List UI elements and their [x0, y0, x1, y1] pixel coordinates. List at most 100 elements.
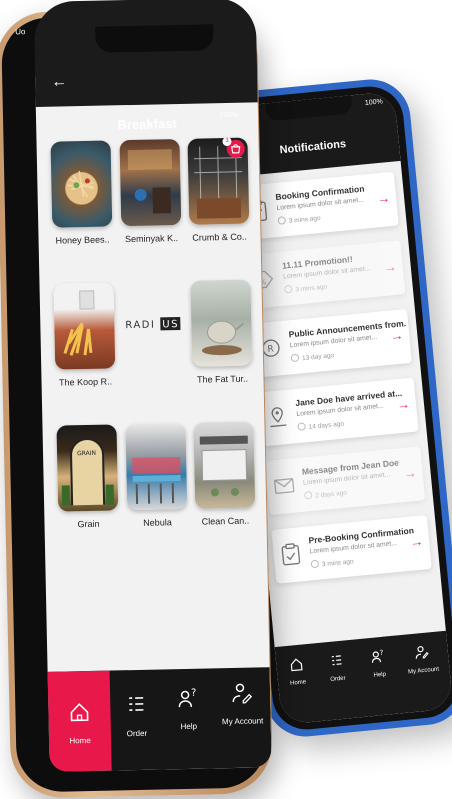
notification-item[interactable]: R Public Announcements from.. Lorem ipsu… — [251, 308, 412, 378]
home-icon — [70, 703, 89, 722]
help-icon: ? — [178, 688, 197, 708]
teapot-image — [201, 320, 244, 356]
restaurant-name: Clean Can.. — [201, 515, 250, 527]
notification-time: 14 days ago — [297, 419, 344, 432]
svg-text:?: ? — [379, 649, 384, 657]
svg-text:US: US — [162, 319, 179, 330]
status-battery: 100% — [364, 98, 384, 107]
nav-home[interactable]: Home — [47, 670, 112, 772]
notification-time: 3 mins ago — [310, 556, 354, 569]
restaurant-card[interactable]: RADI US — [120, 280, 186, 376]
clean-canteen-image — [199, 435, 248, 497]
help-icon: ? — [371, 649, 384, 663]
svg-text:RADI: RADI — [125, 320, 155, 332]
account-icon — [415, 646, 429, 659]
notification-item[interactable]: Pre-Booking Confirmation Lorem ipsum dol… — [271, 514, 432, 584]
radius-logo: RADI US — [125, 317, 181, 332]
nav-order[interactable]: Order — [316, 651, 359, 684]
restaurant-photo — [125, 422, 188, 511]
nav-label: Home — [289, 679, 307, 687]
nav-my-account[interactable]: My Account — [214, 667, 272, 768]
notification-item[interactable]: Message from Jean Doe Lorem ipsum dolor … — [264, 446, 426, 516]
restaurant-name — [122, 375, 186, 376]
bottom-nav: Home Order ? Help My Account — [47, 667, 272, 772]
breakfast-phone: Honey Bees.. Seminyak K.. Crumb & Co.. T… — [0, 0, 274, 799]
restaurant-card[interactable]: GRAIN Grain — [54, 424, 120, 529]
svg-text:?: ? — [191, 688, 197, 699]
restaurant-card[interactable]: The Fat Tur.. — [188, 279, 254, 385]
clock-icon — [303, 490, 313, 500]
breakfast-screen: Honey Bees.. Seminyak K.. Crumb & Co.. T… — [35, 67, 272, 772]
notification-time: 13 day ago — [290, 350, 334, 363]
arrow-right-icon[interactable]: → — [390, 327, 404, 343]
order-list-icon — [331, 655, 342, 666]
restaurant-card[interactable]: Seminyak K.. — [117, 138, 183, 245]
clock-icon — [310, 559, 320, 569]
restaurant-logo: RADI US — [122, 280, 185, 369]
order-list-icon — [129, 697, 144, 711]
restaurant-photo: GRAIN — [56, 424, 119, 512]
nav-help[interactable]: ? Help — [357, 647, 400, 680]
clock-icon — [284, 284, 293, 294]
account-icon — [232, 683, 253, 704]
nav-order[interactable]: Order — [110, 669, 164, 770]
clock-icon — [290, 353, 300, 363]
restaurant-name: The Koop R.. — [58, 376, 113, 388]
arrow-right-icon[interactable]: → — [376, 190, 390, 206]
notification-item[interactable]: Booking Confirmation Lorem ipsum dolor s… — [238, 171, 399, 241]
location-pin-icon — [270, 407, 287, 428]
arrow-right-icon[interactable]: → — [383, 259, 397, 275]
clipboard-icon — [281, 543, 301, 566]
phone-notch — [95, 24, 214, 53]
arrow-right-icon[interactable]: → — [403, 465, 417, 481]
cart-button[interactable]: 3 — [222, 136, 245, 159]
notification-time: 2 days ago — [303, 488, 347, 501]
restaurant-card[interactable]: The Koop R.. — [51, 282, 117, 388]
restaurant-photo — [119, 138, 182, 227]
noodle-dish-image — [67, 170, 94, 198]
notification-time: 3 mins ago — [284, 282, 327, 295]
restaurant-photo — [50, 140, 113, 228]
restaurant-card[interactable]: Honey Bees.. — [49, 140, 115, 246]
nav-label: Help — [373, 671, 387, 679]
notification-time: 3 mins ago — [277, 213, 321, 226]
nav-home[interactable]: Home — [276, 655, 319, 688]
restaurant-name: Honey Bees.. — [55, 234, 110, 246]
restaurant-photo — [193, 421, 256, 509]
restaurant-photo — [190, 279, 253, 367]
restaurant-name: The Fat Tur.. — [196, 373, 249, 385]
nav-label: Home — [69, 735, 91, 746]
fries-image — [63, 290, 95, 356]
grain-storefront-image: GRAIN — [61, 438, 115, 506]
nav-help[interactable]: ? Help — [162, 668, 216, 769]
restaurant-card[interactable]: Clean Can.. — [191, 421, 257, 527]
clock-icon — [297, 422, 306, 431]
clock-icon — [277, 216, 287, 225]
restaurant-name: Crumb & Co.. — [192, 231, 247, 243]
nebula-interior-image — [132, 457, 181, 504]
bottom-nav: Home Order ? Help My Account — [274, 630, 452, 725]
nav-label: My Account — [407, 666, 440, 676]
nav-label: Order — [330, 675, 346, 683]
back-arrow-icon[interactable]: ← — [51, 73, 67, 91]
nav-my-account[interactable]: My Account — [401, 643, 444, 676]
notification-item[interactable]: Jane Doe have arrived at... Lorem ipsum … — [258, 377, 419, 447]
restaurant-card[interactable]: Nebula — [123, 422, 189, 528]
nav-label: Help — [180, 721, 198, 732]
notification-item[interactable]: % 11.11 Promotion!! Lorem ipsum dolor si… — [244, 240, 406, 309]
restaurant-name: Nebula — [143, 517, 172, 528]
envelope-icon — [274, 478, 295, 494]
home-icon — [290, 658, 303, 672]
svg-text:GRAIN: GRAIN — [77, 450, 96, 457]
restaurant-name: Seminyak K.. — [124, 233, 179, 245]
cafe-interior-image — [127, 149, 173, 214]
nav-label: My Account — [221, 716, 264, 727]
arrow-right-icon[interactable]: → — [396, 396, 410, 412]
restaurant-name: Grain — [77, 518, 100, 530]
restaurant-photo — [53, 282, 116, 370]
nav-label: Order — [126, 728, 148, 739]
restaurant-grid: Honey Bees.. Seminyak K.. Crumb & Co.. T… — [49, 137, 256, 529]
status-carrier: Uo — [15, 27, 26, 37]
arrow-right-icon[interactable]: → — [409, 533, 423, 549]
svg-text:R: R — [267, 344, 274, 355]
